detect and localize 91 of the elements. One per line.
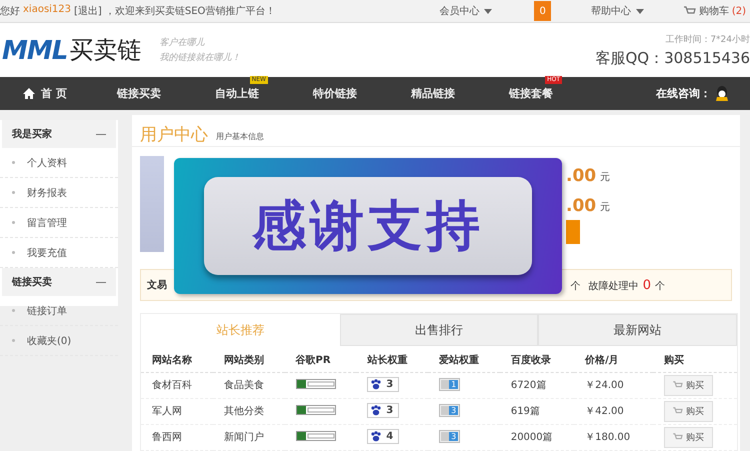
nav-link[interactable]: 链接套餐 [509,86,553,101]
consult-text: 在线咨询： [656,86,711,101]
banner-text: 感谢支持 [252,192,484,258]
greeting-text: 您好 [0,5,20,18]
sidebar-item[interactable]: 财务报表 [0,178,118,208]
table-cell: 619篇 [500,398,574,424]
menu-link[interactable]: 会员中心 [439,4,492,18]
page-title: 用户中心 [140,124,208,146]
slogan-text: 客户在哪儿 [159,36,206,49]
stat-value: 0 [642,278,651,292]
table-cell: 其他分类 [212,398,285,424]
pagerank-bar-icon [296,378,336,388]
service-qq-text: 客服QQ：308515436 [595,48,750,68]
paw-icon [370,405,382,416]
penguin-icon [714,84,730,102]
paw-icon [370,431,382,442]
table-cell: 食材百科 [141,372,213,398]
table-cell: 军人网 [141,398,213,424]
column-header: 网站名称 [141,348,213,372]
sidebar-item[interactable]: 个人资料 [0,148,118,178]
nav-link[interactable]: 首 页 [23,86,67,101]
sidebar-heading[interactable]: 我是买家 [2,120,116,148]
logo-mark: MML [2,36,68,66]
column-header: 购买 [652,348,737,372]
buy-button[interactable]: 购买 [664,400,713,422]
table-cell: 新闻门户 [212,424,285,450]
sidebar-item[interactable]: 链接订单 [0,296,118,326]
tab[interactable]: 出售排行 [340,314,538,346]
page-subtitle: 用户基本信息 [216,131,264,142]
column-header: 爱站权重 [428,348,500,372]
stat-label: 文易 [147,280,167,291]
bullet-icon [12,251,15,254]
sidebar-heading[interactable]: 链接买卖 [2,268,116,296]
column-header: 价格/月 [574,348,653,372]
cart-icon [672,381,683,389]
bullet-icon [12,339,15,342]
nav-link[interactable]: 链接买卖 [117,86,161,101]
weight-badge: 3 [439,430,460,443]
buy-button[interactable]: 购买 [664,374,713,396]
paw-icon [370,379,382,390]
amount-value: .00 [566,166,596,186]
table-cell: 6720篇 [500,372,574,398]
table-cell: 鲁西网 [141,424,213,450]
column-header: 谷歌PR [284,348,356,372]
unit-text: 元 [600,171,610,184]
table-cell: ￥180.00 [574,424,653,450]
cart-icon [684,6,696,16]
hours-text: 工作时间：7*24小时 [664,34,750,46]
home-icon [23,88,36,99]
bullet-icon [12,191,15,194]
unit-text: 个 [655,280,665,292]
logout-link[interactable]: [退出] [74,4,102,18]
column-header: 百度收录 [500,348,574,372]
weight-badge: 3 [439,404,460,417]
slogan-text: 我的链接就在哪儿！ [159,52,240,64]
buy-button[interactable]: 购买 [664,426,713,448]
caret-icon [484,8,492,14]
weight-badge: 3 [367,403,400,418]
pagerank-bar-icon [296,430,336,440]
weight-badge: 3 [367,377,400,392]
table-cell: ￥42.00 [574,398,653,424]
column-header: 站长权重 [356,348,428,372]
welcome-text: ，欢迎来到买卖链SEO营销推广平台！ [104,4,276,18]
caret-icon [636,8,644,14]
count-badge: 0 [534,1,551,21]
pagerank-bar-icon [296,404,336,414]
weight-badge: 1 [439,378,460,391]
weight-badge: 4 [367,429,400,444]
cart-link[interactable]: 购物车 (2) [684,4,746,18]
logo-text: 买卖链 [69,35,142,66]
unit-text: 个 [570,281,581,292]
menu-link[interactable]: 帮助中心 [590,4,644,18]
bullet-icon [12,221,15,224]
tab[interactable]: 最新网站 [538,314,738,346]
nav-link[interactable]: 精品链接 [411,86,455,101]
table-cell: 食品美食 [212,372,285,398]
table-cell: ￥24.00 [574,372,653,398]
stat-label: 故障处理中 [588,280,639,292]
bullet-icon [12,309,15,312]
bullet-icon [12,161,15,164]
sidebar-item[interactable]: 收藏夹(0) [0,326,118,356]
nav-link[interactable]: 自动上链 [215,86,259,101]
cart-icon [672,407,683,415]
recharge-button[interactable] [566,220,580,244]
unit-text: 元 [600,201,610,214]
cart-icon [672,433,683,441]
table-cell: 20000篇 [500,424,574,450]
amount-value: .00 [566,196,596,216]
sidebar-item[interactable]: 留言管理 [0,208,118,238]
nav-link[interactable]: 特价链接 [313,86,357,101]
column-header: 网站类别 [212,348,285,372]
